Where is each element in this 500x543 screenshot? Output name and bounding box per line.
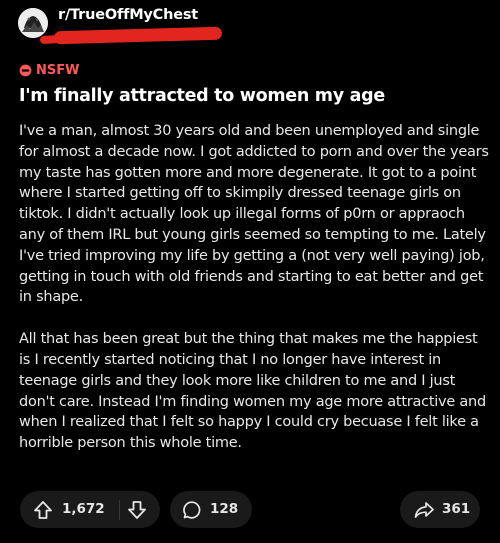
comments-button[interactable]: 128 (170, 491, 252, 528)
vote-score: 1,672 (62, 501, 105, 517)
post-title[interactable]: I'm finally attracted to women my age (19, 86, 479, 106)
arrow-up-icon[interactable] (32, 499, 54, 521)
share-arrow-icon (413, 499, 435, 521)
share-button[interactable]: 361 (400, 491, 480, 528)
nsfw-badge-icon (19, 64, 32, 76)
subreddit-header: r/TrueOffMyChest (18, 6, 318, 45)
post-body: I've a man, almost 30 years old and been… (19, 121, 489, 454)
reddit-post: r/TrueOffMyChest NSFW I'm finally attrac… (0, 0, 500, 543)
speech-bubble-icon (182, 500, 202, 520)
share-count: 361 (442, 501, 471, 517)
subreddit-avatar-icon[interactable] (18, 8, 48, 38)
subreddit-name[interactable]: r/TrueOffMyChest (58, 7, 198, 23)
post-paragraph: I've a man, almost 30 years old and been… (19, 123, 489, 306)
comment-count: 128 (210, 501, 239, 517)
action-bar: 1,672 128 361 (0, 491, 500, 529)
redaction-mark (53, 26, 223, 45)
nsfw-badge: NSFW (19, 62, 79, 78)
post-paragraph: All that has been great but the thing th… (19, 331, 486, 452)
vote-divider (119, 500, 120, 520)
vote-control: 1,672 (20, 491, 160, 528)
arrow-down-icon[interactable] (126, 499, 148, 521)
nsfw-label: NSFW (36, 62, 80, 78)
